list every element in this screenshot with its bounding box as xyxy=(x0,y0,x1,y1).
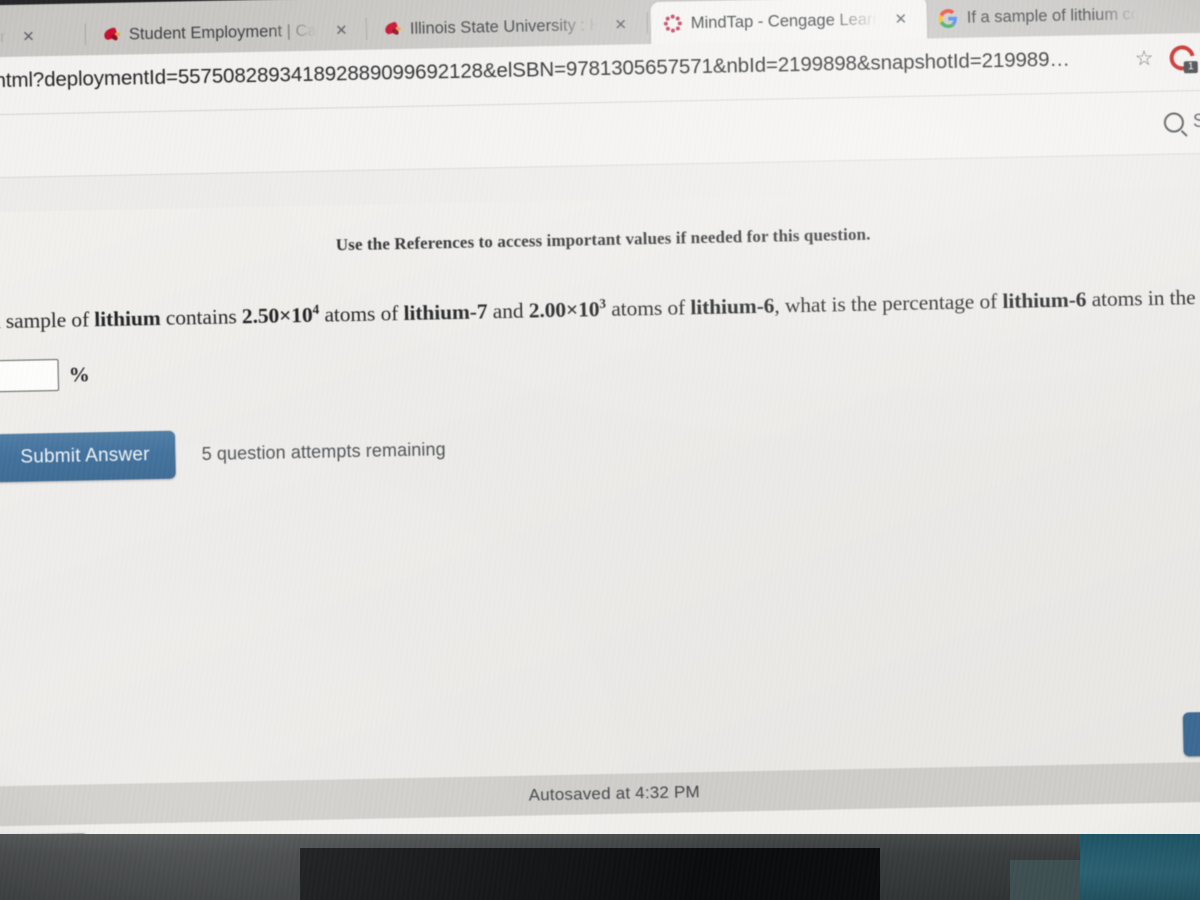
search-label: Search this xyxy=(1192,109,1200,133)
tab-title: Student Employment | Car xyxy=(128,21,323,43)
close-icon[interactable]: ✕ xyxy=(614,15,627,33)
monitor-bezel xyxy=(0,834,1200,900)
web-page: DTAP Search this Use the References to a… xyxy=(0,90,1200,885)
answer-input[interactable] xyxy=(0,358,60,393)
search-this-course-button[interactable]: Search this xyxy=(1163,109,1200,133)
cardinal-icon xyxy=(101,25,121,44)
submit-row: Submit Answer 5 question attempts remain… xyxy=(0,425,446,483)
screen-photo: ▶ ◉ ⚫ ♦ 🔊 100% Mon 4:35 PM nnections | U… xyxy=(0,0,1200,900)
tab-divider xyxy=(84,23,87,46)
next-button[interactable]: Next xyxy=(1182,710,1200,757)
extension-icon[interactable]: 1 xyxy=(1164,40,1200,76)
browser-tab[interactable]: nnections | Un ✕ xyxy=(0,13,82,61)
cardinal-icon xyxy=(382,20,402,39)
extension-badge: 1 xyxy=(1183,61,1198,74)
background-object-2 xyxy=(1010,860,1080,900)
tab-title: Illinois State University : H xyxy=(409,15,602,38)
question-sheet: Use the References to access important v… xyxy=(0,187,1200,789)
submit-answer-button[interactable]: Submit Answer xyxy=(0,430,177,483)
close-icon[interactable]: ✕ xyxy=(22,27,35,45)
unit-label: % xyxy=(68,361,90,387)
question-text: If a sample of lithium contains 2.50×104… xyxy=(0,284,1200,334)
tab-title: If a sample of lithium con xyxy=(966,4,1142,27)
tab-title: nnections | Un xyxy=(0,27,10,47)
tab-divider xyxy=(646,12,649,35)
google-icon xyxy=(938,8,958,28)
tab-title: MindTap - Cengage Learn xyxy=(690,9,882,32)
cengage-icon xyxy=(663,14,682,33)
close-icon[interactable]: ✕ xyxy=(894,10,907,28)
tab-divider xyxy=(365,17,368,40)
url-bar[interactable]: /index.html?deploymentId=557508289341892… xyxy=(0,48,1070,95)
references-note: Use the References to access important v… xyxy=(335,224,871,255)
search-icon xyxy=(1163,112,1185,133)
background-object xyxy=(1080,834,1200,900)
dark-object xyxy=(300,848,880,900)
attempts-remaining-label: 5 question attempts remaining xyxy=(201,438,446,464)
monitor-screen: ▶ ◉ ⚫ ♦ 🔊 100% Mon 4:35 PM nnections | U… xyxy=(0,0,1200,885)
answer-row: % xyxy=(0,358,90,393)
close-icon[interactable]: ✕ xyxy=(335,21,348,39)
star-icon[interactable]: ☆ xyxy=(1135,46,1154,71)
